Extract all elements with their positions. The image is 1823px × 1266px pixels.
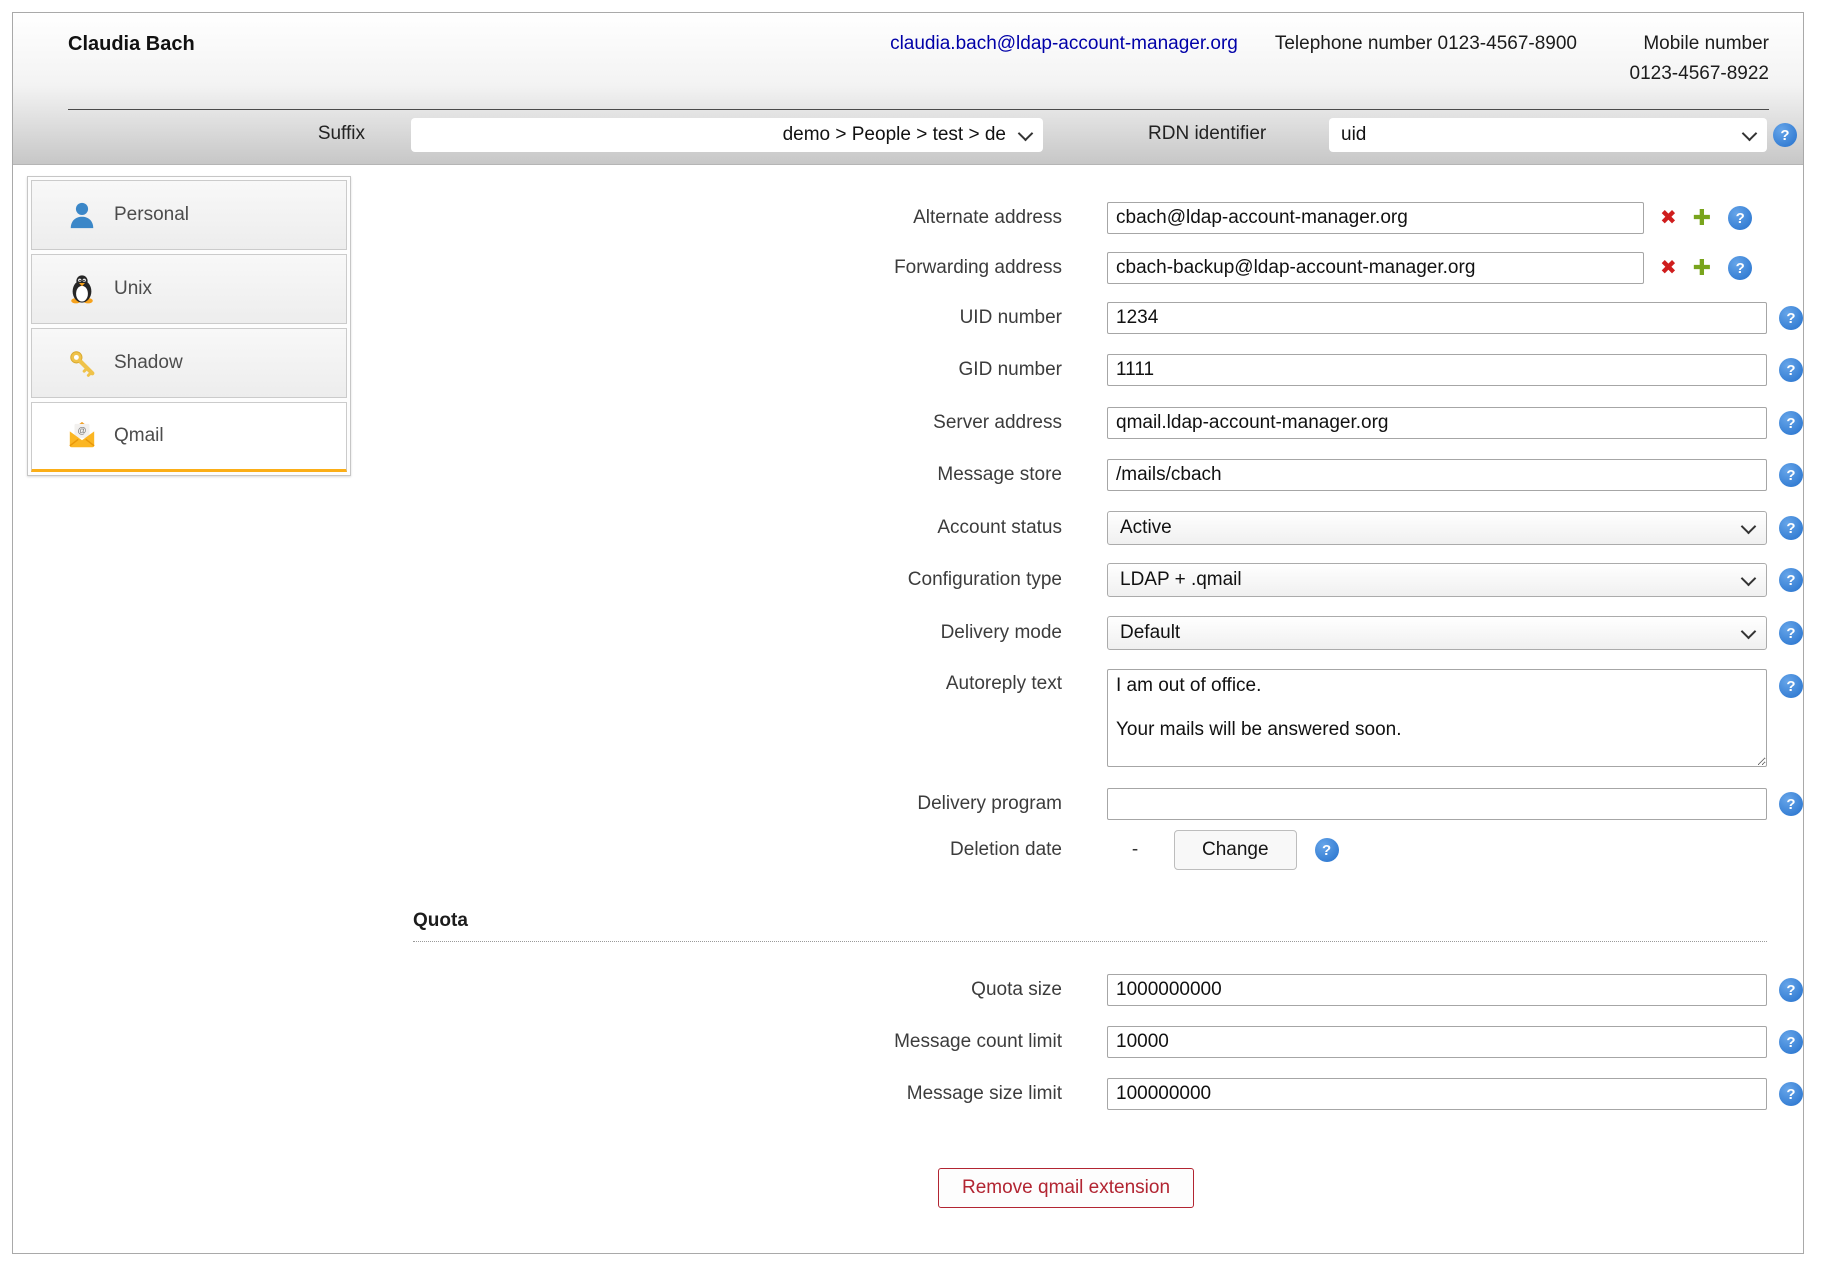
help-icon[interactable]: ?: [1773, 123, 1797, 147]
change-deletion-date-button[interactable]: Change: [1174, 830, 1297, 870]
delivery-program-row: Delivery program ?: [13, 787, 1803, 821]
autoreply-text-row: Autoreply text I am out of office. Your …: [13, 669, 1803, 767]
help-icon[interactable]: ?: [1779, 516, 1803, 540]
message-size-limit-row: Message size limit ?: [13, 1077, 1803, 1111]
message-size-limit-input[interactable]: [1107, 1078, 1767, 1110]
help-icon[interactable]: ?: [1779, 463, 1803, 487]
deletion-date-value: -: [1128, 839, 1142, 861]
field-label: Message size limit: [13, 1083, 1062, 1105]
help-icon[interactable]: ?: [1779, 1030, 1803, 1054]
chevron-down-icon: [1741, 518, 1757, 534]
quota-size-input[interactable]: [1107, 974, 1767, 1006]
message-store-input[interactable]: [1107, 459, 1767, 491]
account-status-select[interactable]: Active: [1107, 511, 1767, 545]
gid-number-input[interactable]: [1107, 354, 1767, 386]
header-top: Claudia Bach claudia.bach@ldap-account-m…: [13, 13, 1803, 89]
help-icon[interactable]: ?: [1728, 206, 1752, 230]
header: Claudia Bach claudia.bach@ldap-account-m…: [13, 13, 1803, 165]
alternate-address-row: Alternate address ✖ ✚ ?: [13, 201, 1803, 235]
remove-qmail-extension-button[interactable]: Remove qmail extension: [938, 1168, 1194, 1208]
add-icon[interactable]: ✚: [1693, 206, 1711, 230]
message-count-limit-row: Message count limit ?: [13, 1025, 1803, 1059]
autoreply-textarea[interactable]: I am out of office. Your mails will be a…: [1107, 669, 1767, 767]
delivery-mode-row: Delivery mode Default ?: [13, 616, 1803, 650]
rdn-identifier-label: RDN identifier: [1148, 123, 1266, 145]
quota-section-heading: Quota: [413, 910, 468, 932]
help-icon[interactable]: ?: [1779, 792, 1803, 816]
field-label: UID number: [13, 307, 1062, 329]
gid-number-row: GID number ?: [13, 353, 1803, 387]
account-status-row: Account status Active ?: [13, 511, 1803, 545]
alternate-address-input[interactable]: [1107, 202, 1644, 234]
field-label: Alternate address: [13, 207, 1062, 229]
delivery-program-input[interactable]: [1107, 788, 1767, 820]
server-address-input[interactable]: [1107, 407, 1767, 439]
email-link[interactable]: claudia.bach@ldap-account-manager.org: [890, 33, 1238, 55]
field-label: Autoreply text: [13, 673, 1062, 695]
suffix-select[interactable]: demo > People > test > de: [411, 118, 1043, 152]
quota-size-row: Quota size ?: [13, 973, 1803, 1007]
help-icon[interactable]: ?: [1779, 411, 1803, 435]
account-editor-window: Claudia Bach claudia.bach@ldap-account-m…: [12, 12, 1804, 1254]
help-icon[interactable]: ?: [1315, 838, 1339, 862]
delete-icon[interactable]: ✖: [1660, 206, 1677, 230]
telephone-number: Telephone number 0123-4567-8900: [1275, 33, 1577, 55]
message-store-row: Message store ?: [13, 458, 1803, 492]
help-icon[interactable]: ?: [1779, 674, 1803, 698]
field-label: Forwarding address: [13, 257, 1062, 279]
field-label: Delivery mode: [13, 622, 1062, 644]
chevron-down-icon: [1741, 570, 1757, 586]
forwarding-address-row: Forwarding address ✖ ✚ ?: [13, 251, 1803, 285]
mobile-number: Mobile number 0123-4567-8922: [1597, 29, 1769, 89]
page-title: Claudia Bach: [68, 33, 195, 55]
help-icon[interactable]: ?: [1779, 306, 1803, 330]
help-icon[interactable]: ?: [1728, 256, 1752, 280]
chevron-down-icon: [1018, 125, 1034, 141]
field-label: Deletion date: [13, 839, 1062, 861]
field-label: Quota size: [13, 979, 1062, 1001]
help-icon[interactable]: ?: [1779, 621, 1803, 645]
configuration-type-select[interactable]: LDAP + .qmail: [1107, 563, 1767, 597]
add-icon[interactable]: ✚: [1693, 256, 1711, 280]
suffix-toolbar: Suffix demo > People > test > de RDN ide…: [13, 110, 1803, 165]
server-address-row: Server address ?: [13, 406, 1803, 440]
chevron-down-icon: [1741, 623, 1757, 639]
help-icon[interactable]: ?: [1779, 978, 1803, 1002]
field-label: Message count limit: [13, 1031, 1062, 1053]
field-label: Message store: [13, 464, 1062, 486]
forwarding-address-input[interactable]: [1107, 252, 1644, 284]
rdn-select-value: uid: [1341, 124, 1744, 146]
delete-icon[interactable]: ✖: [1660, 256, 1677, 280]
help-icon[interactable]: ?: [1779, 358, 1803, 382]
rdn-identifier-select[interactable]: uid: [1329, 118, 1767, 152]
field-label: Server address: [13, 412, 1062, 434]
uid-number-input[interactable]: [1107, 302, 1767, 334]
quota-section-divider: [413, 941, 1767, 942]
message-count-limit-input[interactable]: [1107, 1026, 1767, 1058]
remove-extension-row: Remove qmail extension: [365, 1168, 1767, 1208]
field-label: GID number: [13, 359, 1062, 381]
help-icon[interactable]: ?: [1779, 568, 1803, 592]
delivery-mode-select[interactable]: Default: [1107, 616, 1767, 650]
help-icon[interactable]: ?: [1779, 1082, 1803, 1106]
configuration-type-row: Configuration type LDAP + .qmail ?: [13, 563, 1803, 597]
delivery-mode-value: Default: [1120, 622, 1743, 644]
field-label: Delivery program: [13, 793, 1062, 815]
account-status-value: Active: [1120, 517, 1743, 539]
field-label: Configuration type: [13, 569, 1062, 591]
chevron-down-icon: [1742, 125, 1758, 141]
suffix-label: Suffix: [13, 123, 365, 145]
suffix-select-value: demo > People > test > de: [423, 124, 1020, 146]
configuration-type-value: LDAP + .qmail: [1120, 569, 1743, 591]
deletion-date-row: Deletion date - Change ?: [13, 830, 1803, 870]
uid-number-row: UID number ?: [13, 301, 1803, 335]
field-label: Account status: [13, 517, 1062, 539]
